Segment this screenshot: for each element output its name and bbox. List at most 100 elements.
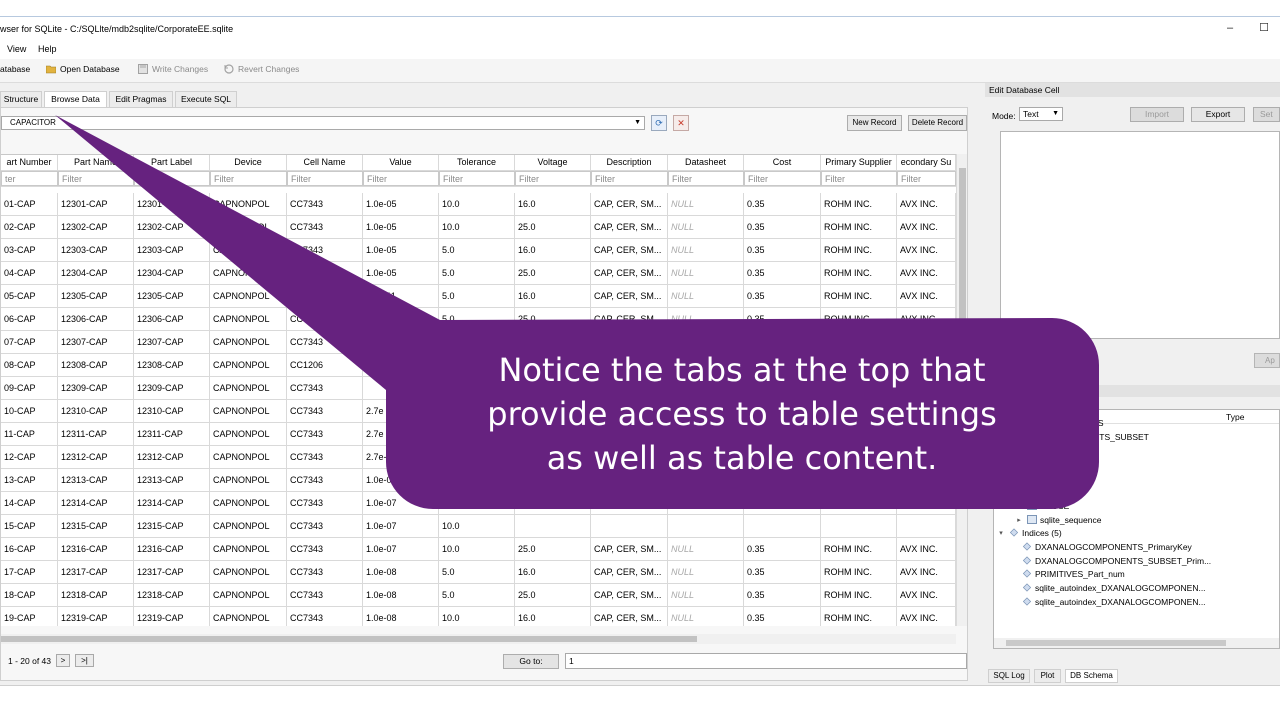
table-cell[interactable]: CAPNONPOL: [210, 423, 287, 445]
table-cell[interactable]: 12301-CAP: [58, 193, 134, 215]
table-cell[interactable]: CAP, CER, SM...: [591, 584, 668, 606]
schema-tree-item[interactable]: ▾ Indices (5): [996, 526, 1061, 539]
table-cell[interactable]: 5.0: [439, 285, 515, 307]
table-cell[interactable]: CAPNONPOL: [210, 538, 287, 560]
table-cell[interactable]: CC7343: [287, 193, 363, 215]
table-cell[interactable]: 12303-CAP: [58, 239, 134, 261]
table-cell[interactable]: ROHM INC.: [821, 216, 897, 238]
tab-plot[interactable]: Plot: [1034, 669, 1061, 683]
table-cell[interactable]: CAPNONPOL: [210, 354, 287, 376]
column-header[interactable]: Cell Name: [287, 155, 363, 170]
set-as-null-button[interactable]: Set as: [1253, 107, 1280, 122]
column-header[interactable]: Part Label: [134, 155, 210, 170]
filter-input[interactable]: Filter: [210, 171, 287, 186]
minimize-icon[interactable]: –: [1220, 21, 1240, 35]
table-cell[interactable]: 0.35: [744, 216, 821, 238]
table-cell[interactable]: AVX INC.: [897, 216, 956, 238]
table-cell[interactable]: CAPNONPOL: [210, 400, 287, 422]
table-cell[interactable]: 1.0e-08: [363, 607, 439, 626]
table-cell[interactable]: 12311-CAP: [134, 423, 210, 445]
table-cell[interactable]: 3.3e-11: [363, 308, 439, 330]
table-cell[interactable]: 12309-CAP: [134, 377, 210, 399]
chevron-down-icon[interactable]: ▾: [996, 529, 1006, 537]
table-cell[interactable]: NULL: [668, 607, 744, 626]
table-cell[interactable]: 19-CAP: [1, 607, 58, 626]
schema-tree-item[interactable]: sqlite_autoindex_DXANALOGCOMPONEN...: [1022, 595, 1206, 608]
column-header[interactable]: Voltage: [515, 155, 591, 170]
goto-input[interactable]: 1: [565, 653, 967, 669]
table-cell[interactable]: CAPNONPOL: [210, 216, 287, 238]
table-cell[interactable]: 16.0: [515, 607, 591, 626]
table-cell[interactable]: 12317-CAP: [58, 561, 134, 583]
table-cell[interactable]: CAPNONPOL: [210, 377, 287, 399]
table-cell[interactable]: 12301-CAP: [134, 193, 210, 215]
filter-input[interactable]: Filter: [744, 171, 821, 186]
table-cell[interactable]: 16.0: [515, 239, 591, 261]
column-header[interactable]: Tolerance: [439, 155, 515, 170]
table-cell[interactable]: 16-CAP: [1, 538, 58, 560]
table-cell[interactable]: CC7343: [287, 400, 363, 422]
table-row[interactable]: 15-CAP 12315-CAP 12315-CAP CAPNONPOL CC7343 1…: [1, 515, 956, 538]
table-cell[interactable]: CC7343: [287, 262, 363, 284]
table-cell[interactable]: ROHM INC.: [821, 561, 897, 583]
table-cell[interactable]: 15-CAP: [1, 515, 58, 537]
table-cell[interactable]: CC7343: [287, 538, 363, 560]
table-cell[interactable]: AVX INC.: [897, 239, 956, 261]
table-cell[interactable]: 12305-CAP: [134, 285, 210, 307]
table-cell[interactable]: AVX INC.: [897, 607, 956, 626]
column-header[interactable]: Description: [591, 155, 668, 170]
table-cell[interactable]: 1.0e-07: [363, 515, 439, 537]
table-cell[interactable]: [821, 492, 897, 514]
table-cell[interactable]: CAPNONPOL: [210, 446, 287, 468]
table-cell[interactable]: 12314-CAP: [134, 492, 210, 514]
import-button[interactable]: Import: [1130, 107, 1184, 122]
table-cell[interactable]: 12305-CAP: [58, 285, 134, 307]
table-cell[interactable]: 1.0e-07: [363, 492, 439, 514]
table-cell[interactable]: CAP, CER, SM...: [591, 262, 668, 284]
table-cell[interactable]: CC7343: [287, 584, 363, 606]
tab-browse-data[interactable]: Browse Data: [44, 91, 107, 108]
table-cell[interactable]: 17-CAP: [1, 561, 58, 583]
mode-select[interactable]: Text ▼: [1019, 107, 1063, 121]
table-cell[interactable]: 16.0: [515, 285, 591, 307]
table-row[interactable]: 02-CAP 12302-CAP 12302-CAP CAPNONPOL CC7343 1…: [1, 216, 956, 239]
table-cell[interactable]: NULL: [668, 538, 744, 560]
table-cell[interactable]: 5.0: [439, 584, 515, 606]
table-cell[interactable]: 12306-CAP: [58, 308, 134, 330]
table-cell[interactable]: 12318-CAP: [58, 584, 134, 606]
export-button[interactable]: Export: [1191, 107, 1245, 122]
table-cell[interactable]: 1.0e-05: [363, 239, 439, 261]
table-cell[interactable]: [744, 515, 821, 537]
table-cell[interactable]: ROHM INC.: [821, 239, 897, 261]
filter-input[interactable]: Filter: [439, 171, 515, 186]
table-cell[interactable]: CAPNONPOL: [210, 308, 287, 330]
table-row[interactable]: 16-CAP 12316-CAP 12316-CAP CAPNONPOL CC7343 1…: [1, 538, 956, 561]
table-cell[interactable]: 12307-CAP: [134, 331, 210, 353]
table-row[interactable]: 19-CAP 12319-CAP 12319-CAP CAPNONPOL CC7343 1…: [1, 607, 956, 626]
column-header[interactable]: Cost: [744, 155, 821, 170]
cell-editor[interactable]: [1000, 131, 1280, 339]
tab-sql-log[interactable]: SQL Log: [988, 669, 1030, 683]
column-header[interactable]: art Number: [1, 155, 58, 170]
table-row[interactable]: 04-CAP 12304-CAP 12304-CAP CAPNONPOL CC7343 1…: [1, 262, 956, 285]
write-changes-button[interactable]: Write Changes: [138, 64, 208, 74]
table-cell[interactable]: 12308-CAP: [58, 354, 134, 376]
table-cell[interactable]: 25.0: [515, 538, 591, 560]
table-cell[interactable]: CAPNONPOL: [210, 607, 287, 626]
table-cell[interactable]: 0.35: [744, 584, 821, 606]
table-row[interactable]: 03-CAP 12303-CAP 12303-CAP CAPNONPOL CC7343 1…: [1, 239, 956, 262]
table-cell[interactable]: CAP, CER, SM...: [591, 216, 668, 238]
open-database-button[interactable]: Open Database: [46, 64, 120, 74]
table-cell[interactable]: 0.35: [744, 262, 821, 284]
table-cell[interactable]: 10.0: [439, 515, 515, 537]
table-row[interactable]: 05-CAP 12305-CAP 12305-CAP CAPNONPOL CC7343 3…: [1, 285, 956, 308]
table-cell[interactable]: 11-CAP: [1, 423, 58, 445]
column-header[interactable]: Datasheet: [668, 155, 744, 170]
table-cell[interactable]: 12319-CAP: [134, 607, 210, 626]
table-cell[interactable]: 16.0: [515, 193, 591, 215]
table-cell[interactable]: 12-CAP: [1, 446, 58, 468]
table-cell[interactable]: CAPNONPOL: [210, 331, 287, 353]
table-cell[interactable]: CAP, CER, SM...: [591, 193, 668, 215]
table-cell[interactable]: NULL: [668, 285, 744, 307]
table-cell[interactable]: AVX INC.: [897, 285, 956, 307]
